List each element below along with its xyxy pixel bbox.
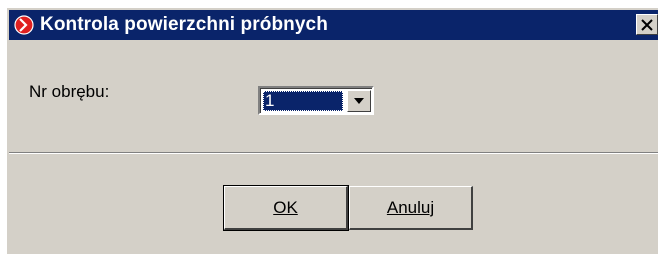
ok-button[interactable]: OK — [223, 185, 349, 231]
close-button[interactable] — [636, 14, 658, 35]
dialog-window: Kontrola powierzchni próbnych Nr obrębu:… — [5, 6, 658, 254]
dropdown-button[interactable] — [347, 90, 371, 112]
cancel-button[interactable]: Anuluj — [349, 186, 473, 230]
nr-obrebu-select[interactable]: 1 — [258, 86, 374, 115]
select-value[interactable]: 1 — [263, 91, 343, 111]
window-title: Kontrola powierzchni próbnych — [40, 14, 328, 35]
app-icon — [14, 15, 34, 35]
separator — [9, 152, 658, 154]
nr-obrebu-label: Nr obrębu: — [29, 82, 110, 101]
select-frame: 1 — [260, 88, 372, 113]
chevron-down-icon — [354, 98, 364, 104]
title-bar[interactable]: Kontrola powierzchni próbnych — [9, 10, 658, 40]
close-icon — [641, 18, 653, 31]
